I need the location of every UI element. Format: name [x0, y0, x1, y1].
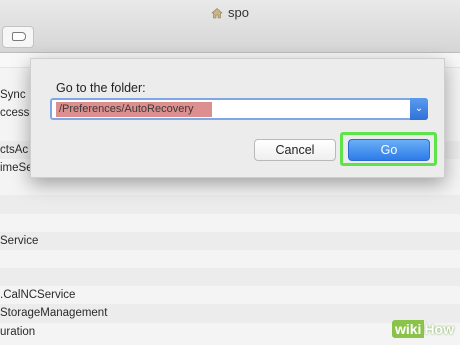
window-title-text: spo — [228, 5, 249, 20]
list-item[interactable] — [0, 195, 460, 214]
list-item[interactable] — [0, 177, 460, 195]
watermark-part1: wiki — [391, 320, 425, 338]
cancel-button[interactable]: Cancel — [254, 139, 336, 161]
folder-path-combobox[interactable]: /Preferences/AutoRecovery ⌄ — [50, 98, 428, 120]
go-button[interactable]: Go — [348, 139, 430, 161]
watermark-logo: wiki How — [391, 319, 454, 339]
house-icon — [211, 7, 223, 22]
folder-path-input[interactable]: /Preferences/AutoRecovery — [56, 102, 212, 117]
go-to-folder-dialog: Go to the folder: /Preferences/AutoRecov… — [30, 58, 445, 178]
watermark-part2: How — [424, 321, 454, 337]
dialog-label: Go to the folder: — [56, 81, 146, 95]
tag-button[interactable] — [2, 26, 34, 48]
list-item[interactable] — [0, 214, 460, 232]
list-item[interactable]: .CalNCService — [0, 286, 460, 304]
window-titlebar: spo — [0, 0, 460, 53]
list-item[interactable] — [0, 250, 460, 268]
tag-icon — [12, 32, 26, 41]
list-item[interactable] — [0, 268, 460, 287]
list-item[interactable]: Service — [0, 231, 460, 250]
chevron-down-icon[interactable]: ⌄ — [410, 98, 428, 120]
window-title: spo — [0, 5, 460, 22]
